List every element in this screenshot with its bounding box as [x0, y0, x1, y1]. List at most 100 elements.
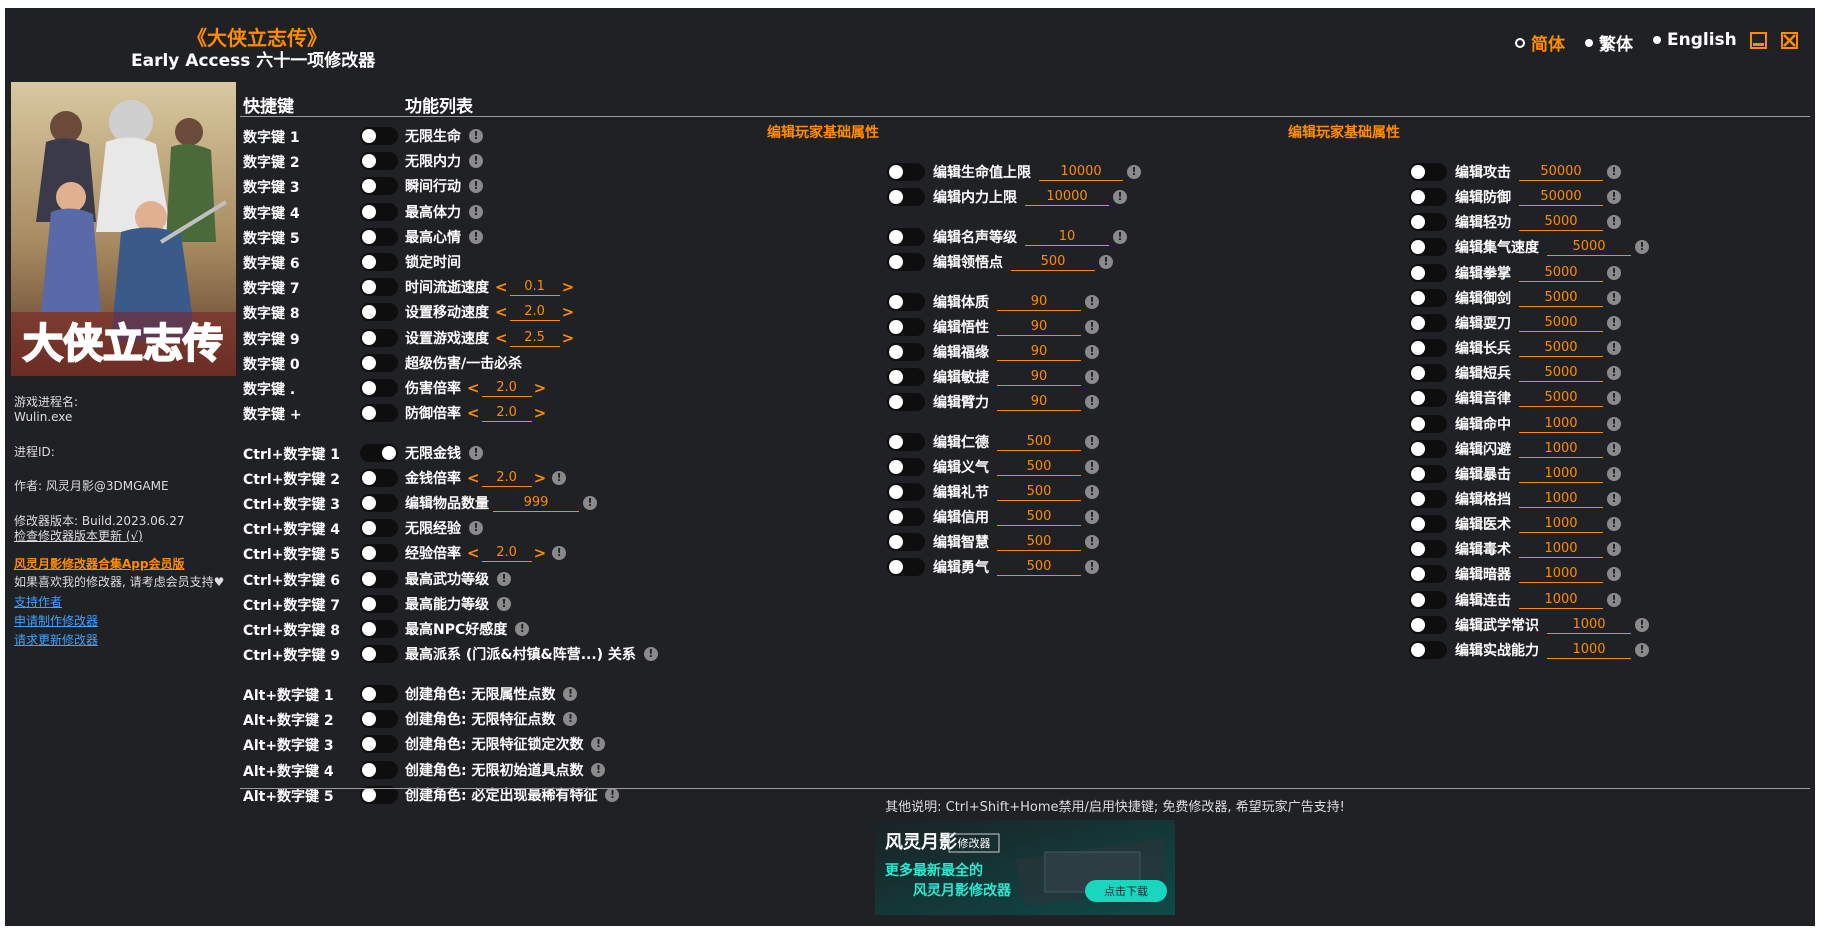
toggle-switch[interactable] [1409, 213, 1447, 232]
info-icon[interactable]: ! [1085, 435, 1099, 449]
info-icon[interactable]: ! [1085, 510, 1099, 524]
edit-value-input[interactable]: 5000 [1519, 339, 1603, 358]
toggle-switch[interactable] [1409, 288, 1447, 307]
info-icon[interactable]: ! [1607, 290, 1621, 305]
edit-value-input[interactable]: 5000 [1547, 238, 1631, 257]
decrease-arrow-icon[interactable]: < [493, 303, 510, 321]
toggle-switch[interactable] [360, 685, 398, 703]
edit-value-input[interactable]: 1000 [1519, 591, 1603, 609]
toggle-switch[interactable] [1409, 339, 1447, 358]
edit-value-input[interactable]: 90 [997, 368, 1081, 386]
info-icon[interactable]: ! [469, 204, 483, 219]
toggle-switch[interactable] [360, 569, 398, 588]
toggle-switch[interactable] [887, 458, 925, 476]
info-icon[interactable]: ! [1085, 370, 1099, 384]
close-icon[interactable] [1781, 32, 1798, 49]
edit-value-input[interactable]: 1000 [1519, 490, 1603, 508]
edit-value-input[interactable]: 500 [997, 483, 1081, 501]
edit-value-input[interactable]: 10 [1025, 228, 1109, 246]
info-icon[interactable]: ! [1085, 345, 1099, 359]
toggle-switch[interactable] [1409, 389, 1447, 408]
stepper-value[interactable]: 2.0 [509, 303, 560, 322]
info-icon[interactable]: ! [1085, 460, 1099, 474]
info-icon[interactable]: ! [469, 446, 483, 460]
increase-arrow-icon[interactable]: > [560, 329, 577, 347]
info-icon[interactable]: ! [1127, 165, 1141, 179]
edit-value-input[interactable]: 500 [997, 433, 1081, 451]
info-icon[interactable]: ! [643, 646, 658, 661]
info-icon[interactable]: ! [1607, 366, 1621, 381]
value-input[interactable]: 999 [493, 494, 579, 513]
toggle-switch[interactable] [360, 177, 398, 196]
support-author-link[interactable]: 支持作者 [14, 594, 62, 610]
edit-value-input[interactable]: 50000 [1519, 188, 1603, 207]
toggle-switch[interactable] [360, 404, 398, 423]
info-icon[interactable]: ! [1607, 190, 1621, 205]
toggle-switch[interactable] [360, 760, 398, 779]
info-icon[interactable]: ! [1085, 485, 1099, 499]
toggle-switch[interactable] [1409, 188, 1447, 207]
info-icon[interactable]: ! [1085, 395, 1099, 409]
edit-value-input[interactable]: 5000 [1519, 213, 1603, 232]
info-icon[interactable]: ! [469, 129, 483, 143]
info-icon[interactable]: ! [1635, 617, 1649, 632]
toggle-switch[interactable] [360, 469, 398, 488]
info-icon[interactable]: ! [591, 762, 606, 777]
info-icon[interactable]: ! [497, 571, 511, 586]
toggle-switch[interactable] [360, 735, 398, 754]
edit-value-input[interactable]: 500 [997, 533, 1081, 551]
info-icon[interactable]: ! [1607, 592, 1621, 607]
info-icon[interactable]: ! [1113, 230, 1127, 244]
info-icon[interactable]: ! [1085, 295, 1099, 309]
toggle-switch[interactable] [887, 293, 925, 311]
edit-value-input[interactable]: 5000 [1519, 264, 1603, 282]
toggle-switch[interactable] [360, 127, 398, 145]
decrease-arrow-icon[interactable]: < [493, 278, 510, 296]
toggle-switch[interactable] [1409, 640, 1447, 659]
info-icon[interactable]: ! [563, 712, 578, 727]
info-icon[interactable]: ! [552, 546, 567, 561]
toggle-switch[interactable] [887, 393, 925, 411]
request-update-link[interactable]: 请求更新修改器 [14, 632, 98, 648]
stepper-value[interactable]: 2.0 [481, 544, 532, 563]
toggle-switch[interactable] [360, 152, 398, 171]
info-icon[interactable]: ! [583, 496, 597, 511]
toggle-switch[interactable] [360, 494, 398, 513]
info-icon[interactable]: ! [1607, 315, 1621, 330]
info-icon[interactable]: ! [497, 596, 511, 611]
info-icon[interactable]: ! [1607, 341, 1621, 356]
toggle-switch[interactable] [1409, 489, 1447, 508]
edit-value-input[interactable]: 5000 [1519, 389, 1603, 408]
edit-value-input[interactable]: 1000 [1547, 641, 1631, 659]
lang-option-simplified[interactable]: 简体 [1515, 30, 1565, 55]
edit-value-input[interactable]: 90 [997, 393, 1081, 411]
check-update-link[interactable]: 检查修改器版本更新 (√) [14, 528, 143, 544]
toggle-switch[interactable] [887, 163, 925, 181]
decrease-arrow-icon[interactable]: < [465, 544, 482, 562]
ad-download-button[interactable]: 点击下载 [1104, 885, 1148, 898]
toggle-switch[interactable] [887, 533, 925, 551]
toggle-switch[interactable] [1409, 313, 1447, 332]
edit-value-input[interactable]: 10000 [1039, 163, 1123, 181]
increase-arrow-icon[interactable]: > [532, 544, 549, 562]
edit-value-input[interactable]: 1000 [1519, 565, 1603, 584]
info-icon[interactable]: ! [1085, 535, 1099, 549]
edit-value-input[interactable]: 5000 [1519, 289, 1603, 307]
toggle-switch[interactable] [360, 353, 398, 372]
toggle-switch[interactable] [360, 278, 398, 297]
toggle-switch[interactable] [360, 202, 398, 221]
toggle-switch[interactable] [887, 188, 925, 206]
toggle-switch[interactable] [360, 303, 398, 322]
info-icon[interactable]: ! [1607, 542, 1621, 557]
stepper-value[interactable]: 0.1 [509, 278, 560, 297]
edit-value-input[interactable]: 1000 [1519, 440, 1603, 458]
info-icon[interactable]: ! [552, 471, 567, 486]
info-icon[interactable]: ! [1085, 560, 1099, 574]
increase-arrow-icon[interactable]: > [532, 379, 549, 397]
info-icon[interactable]: ! [469, 179, 483, 194]
info-icon[interactable]: ! [1607, 416, 1621, 431]
info-icon[interactable]: ! [1099, 255, 1113, 269]
info-icon[interactable]: ! [1607, 215, 1621, 230]
edit-value-input[interactable]: 1000 [1519, 515, 1603, 534]
toggle-switch[interactable] [1409, 590, 1447, 609]
